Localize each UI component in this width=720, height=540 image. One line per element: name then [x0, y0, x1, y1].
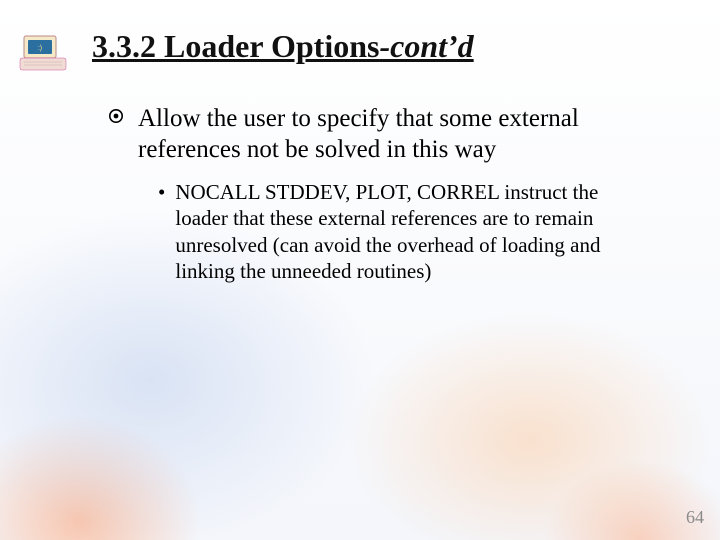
- svg-text::): :): [38, 45, 42, 52]
- level1-text: Allow the user to specify that some exte…: [138, 104, 680, 165]
- computer-icon: :): [18, 32, 68, 74]
- circled-dot-icon: [108, 108, 124, 124]
- slide: :) 3.3.2 Loader Options-cont’d Allow the…: [0, 0, 720, 540]
- list-item: Allow the user to specify that some exte…: [108, 104, 680, 165]
- page-number: 64: [686, 507, 704, 528]
- level2-text: NOCALL STDDEV, PLOT, CORREL instruct the…: [175, 179, 635, 284]
- slide-title: 3.3.2 Loader Options-cont’d: [92, 28, 474, 65]
- bullet-dot-icon: •: [158, 179, 165, 205]
- slide-body: Allow the user to specify that some exte…: [108, 104, 680, 284]
- title-main: 3.3.2 Loader Options: [92, 28, 379, 64]
- list-item: • NOCALL STDDEV, PLOT, CORREL instruct t…: [158, 179, 680, 284]
- title-suffix: -cont’d: [379, 28, 473, 64]
